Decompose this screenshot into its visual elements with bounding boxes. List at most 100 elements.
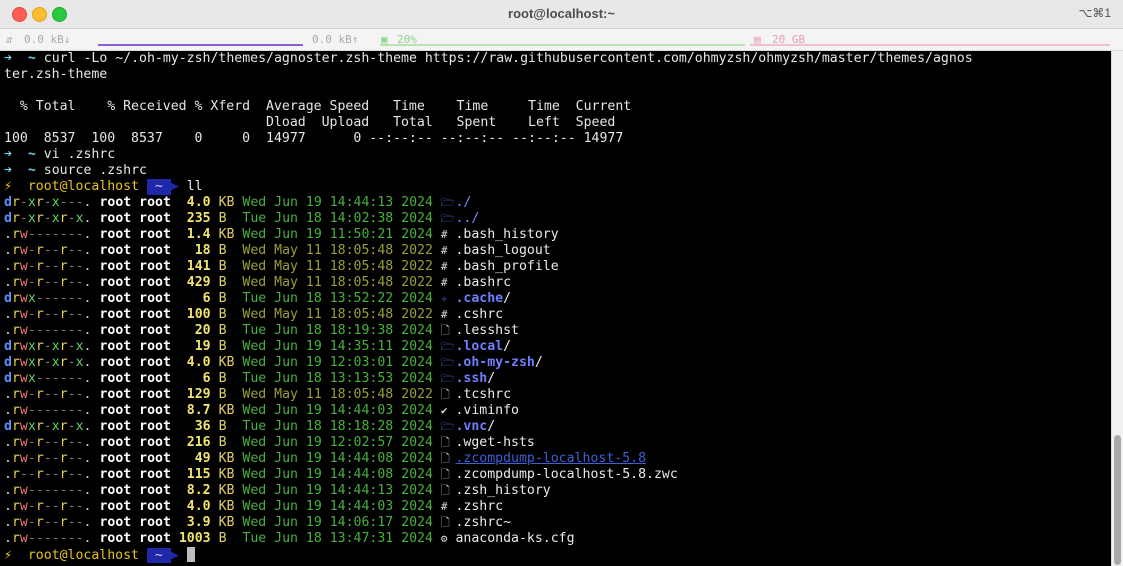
file-name[interactable]: .bashrc [455,275,511,290]
file-size: 115 [186,467,211,482]
file-size: 3.9 [186,515,211,530]
file-name[interactable]: .zcompdump-localhost-5.8.zwc [455,467,677,482]
network-up-label: 0.0 kB↑ [312,33,359,46]
listing-row: .rw-------. root root 8.2 KB Wed Jun 19 … [4,483,1112,499]
file-owner: root root [99,515,171,530]
file-size: 216 [186,435,211,450]
memory-graph [750,44,1110,46]
file-owner: root root [99,211,171,226]
file-owner: root root [99,371,171,386]
arrow-icon: ➜ [4,51,12,66]
terminal-output[interactable]: ➜ ~ curl -Lo ~/.oh-my-zsh/themes/agnoste… [0,51,1112,566]
file-size-unit: KB [218,355,235,370]
hash-icon: # [440,244,448,257]
scrollbar-thumb[interactable] [1114,435,1121,565]
file-owner: root root [99,531,171,546]
file-name[interactable]: .zsh_history [455,483,550,498]
file-icon: 🗋 [440,324,450,337]
folder-icon: 🗁 [440,212,455,225]
file-icon: 🗋 [440,452,450,465]
file-date: Tue Jun 18 13:47:31 2024 [242,531,433,546]
file-date: Wed May 11 18:05:48 2022 [242,275,433,290]
listing-row: .rw-r--r--. root root 18 B Wed May 11 18… [4,243,1112,259]
file-name[interactable]: .zshrc [455,499,503,514]
folder-icon: 🗁 [440,372,455,385]
file-name[interactable]: .cshrc [455,307,503,322]
file-name[interactable]: .lesshst [455,323,519,338]
listing-row: .r--r--r--. root root 115 KB Wed Jun 19 … [4,467,1112,483]
file-size-unit: KB [218,467,235,482]
file-name[interactable]: .wget-hsts [455,435,534,450]
file-name[interactable]: anaconda-ks.cfg [455,531,574,546]
listing-row: drwxr-xr-x. root root 4.0 KB Wed Jun 19 … [4,355,1112,371]
listing-row: .rw-------. root root 1.4 KB Wed Jun 19 … [4,227,1112,243]
file-date: Tue Jun 18 18:18:28 2024 [242,419,433,434]
file-name[interactable]: ../ [455,211,479,226]
file-name[interactable]: .tcshrc [455,387,511,402]
file-date: Wed Jun 19 14:44:03 2024 [242,499,433,514]
listing-row: dr-xr-xr-x. root root 235 B Tue Jun 18 1… [4,211,1112,227]
file-owner: root root [99,323,171,338]
file-name[interactable]: .vnc [455,419,487,434]
listing-row: drwxr-xr-x. root root 19 B Wed Jun 19 14… [4,339,1112,355]
file-name[interactable]: .ssh [455,371,487,386]
file-name[interactable]: .bash_history [455,227,558,242]
file-size-unit: KB [218,451,235,466]
file-name[interactable]: .local [455,339,503,354]
file-size-unit: B [218,435,227,450]
file-name[interactable]: .bash_logout [455,243,550,258]
listing-row: .rw-------. root root 20 B Tue Jun 18 18… [4,323,1112,339]
file-size-unit: B [218,211,227,226]
file-name[interactable]: .bash_profile [455,259,558,274]
network-down-label: 0.0 kB↓ [24,33,71,46]
file-permissions: drwx------. [4,291,92,306]
file-owner: root root [99,483,171,498]
file-name[interactable]: .viminfo [455,403,519,418]
file-permissions: .rw-r--r--. [4,259,92,274]
file-owner: root root [99,243,171,258]
command-line: ➜ ~ vi .zshrc [4,147,1112,163]
file-size-unit: B [218,243,227,258]
listing-row: .rw-r--r--. root root 4.0 KB Wed Jun 19 … [4,499,1112,515]
hash-icon: # [440,308,448,321]
listing-row: drwx------. root root 6 B Tue Jun 18 13:… [4,371,1112,387]
file-size-unit: KB [218,483,235,498]
file-name[interactable]: .cache [455,291,503,306]
listing-row: drwxr-xr-x. root root 36 B Tue Jun 18 18… [4,419,1112,435]
file-date: Wed Jun 19 12:03:01 2024 [242,355,433,370]
file-size: 6 [202,291,211,306]
file-name[interactable]: ./ [455,195,471,210]
file-name[interactable]: .oh-my-zsh [455,355,534,370]
cwd-tilde: ~ [27,147,36,162]
command-text: source .zshrc [43,163,147,178]
file-permissions: .rw-------. [4,531,92,546]
file-permissions: drwx------. [4,371,92,386]
command-line: ➜ ~ curl -Lo ~/.oh-my-zsh/themes/agnoste… [4,51,1112,67]
file-size: 8.7 [186,403,211,418]
folder-icon: 🗁 [440,420,455,433]
prompt-user: root@localhost [27,548,139,563]
file-size: 19 [194,339,211,354]
command-text: curl -Lo ~/.oh-my-zsh/themes/agnoster.zs… [43,51,973,66]
prompt-dir-segment: ~ [146,179,171,195]
dir-slash: / [503,339,512,354]
file-permissions: .rw-------. [4,323,92,338]
arrow-icon: ➜ [4,163,12,178]
file-date: Wed Jun 19 14:06:17 2024 [242,515,433,530]
file-name[interactable]: .zshrc~ [455,515,511,530]
file-size: 18 [194,243,211,258]
title-bar: root@localhost:~ ⌥⌘1 [0,0,1123,29]
listing-row: dr-xr-x---. root root 4.0 KB Wed Jun 19 … [4,195,1112,211]
cwd-tilde: ~ [27,51,36,66]
file-size: 235 [186,211,211,226]
file-owner: root root [99,195,171,210]
file-size-unit: B [218,275,227,290]
scrollbar[interactable] [1111,51,1123,566]
file-name[interactable]: .zcompdump-localhost-5.8 [455,451,646,466]
file-icon: 🗋 [440,388,450,401]
text-cursor[interactable] [186,547,195,562]
listing-row: .rw-r--r--. root root 129 B Wed May 11 1… [4,387,1112,403]
lightning-icon: ⚡ [4,179,12,194]
file-permissions: .rw-r--r--. [4,387,92,402]
